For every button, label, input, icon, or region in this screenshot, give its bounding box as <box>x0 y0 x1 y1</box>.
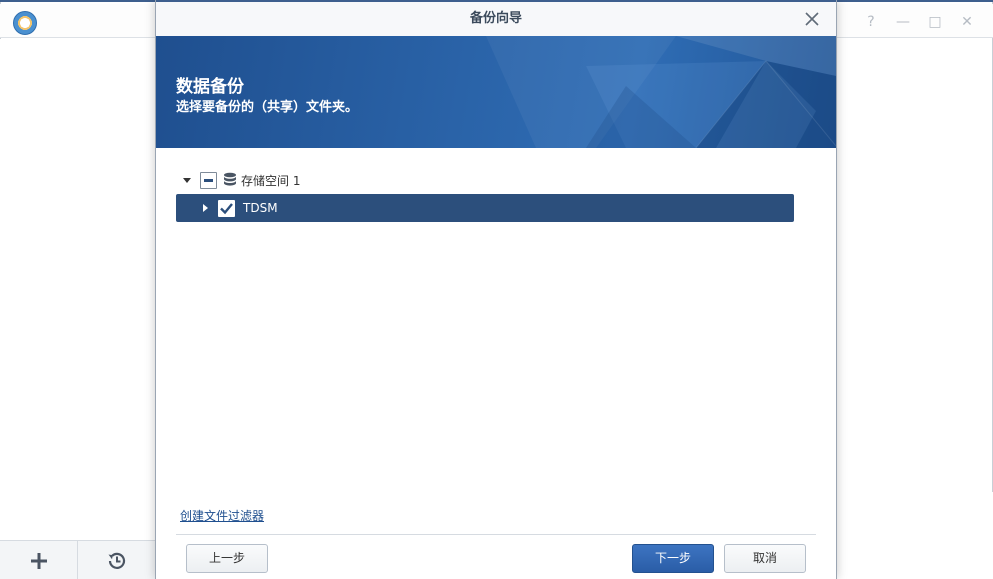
help-icon[interactable]: ? <box>862 13 880 31</box>
volume-checkbox[interactable] <box>200 171 217 189</box>
cancel-button[interactable]: 取消 <box>724 544 806 573</box>
close-icon[interactable]: ✕ <box>958 13 976 31</box>
app-logo-icon <box>13 11 37 35</box>
history-icon <box>108 552 125 569</box>
history-button[interactable] <box>78 541 156 579</box>
tree-node-volume[interactable]: 存储空间 1 <box>176 166 796 194</box>
wizard-banner: 数据备份 选择要备份的（共享）文件夹。 <box>156 36 836 148</box>
dialog-title: 备份向导 <box>469 11 522 26</box>
shared-folder-checkbox[interactable] <box>218 199 235 217</box>
add-icon <box>30 553 47 569</box>
maximize-icon[interactable]: □ <box>926 13 944 31</box>
backup-wizard-dialog: 备份向导 数据备份 选择要备份的（共享）文件夹。 存储空间 1 TDSM 创建文… <box>155 0 837 579</box>
folder-tree: 存储空间 1 TDSM <box>176 166 796 222</box>
collapse-arrow-icon[interactable] <box>180 173 194 187</box>
banner-subtitle: 选择要备份的（共享）文件夹。 <box>176 100 359 115</box>
database-icon <box>224 172 236 186</box>
background-sidebar <box>0 39 156 579</box>
banner-title: 数据备份 <box>176 77 244 97</box>
next-button[interactable]: 下一步 <box>632 544 714 573</box>
shared-folder-label: TDSM <box>243 201 278 215</box>
previous-button[interactable]: 上一步 <box>186 544 268 573</box>
add-button[interactable] <box>0 541 78 579</box>
tree-node-shared-folder[interactable]: TDSM <box>176 194 794 222</box>
close-icon[interactable] <box>804 11 820 27</box>
banner-decoration <box>486 36 836 148</box>
background-bottom-toolbar <box>0 540 156 579</box>
volume-label: 存储空间 1 <box>241 173 301 188</box>
dialog-titlebar: 备份向导 <box>156 0 836 36</box>
expand-arrow-icon[interactable] <box>198 201 212 215</box>
footer-divider <box>176 534 816 535</box>
minimize-icon[interactable]: — <box>894 13 912 31</box>
create-file-filter-link[interactable]: 创建文件过滤器 <box>180 507 264 524</box>
